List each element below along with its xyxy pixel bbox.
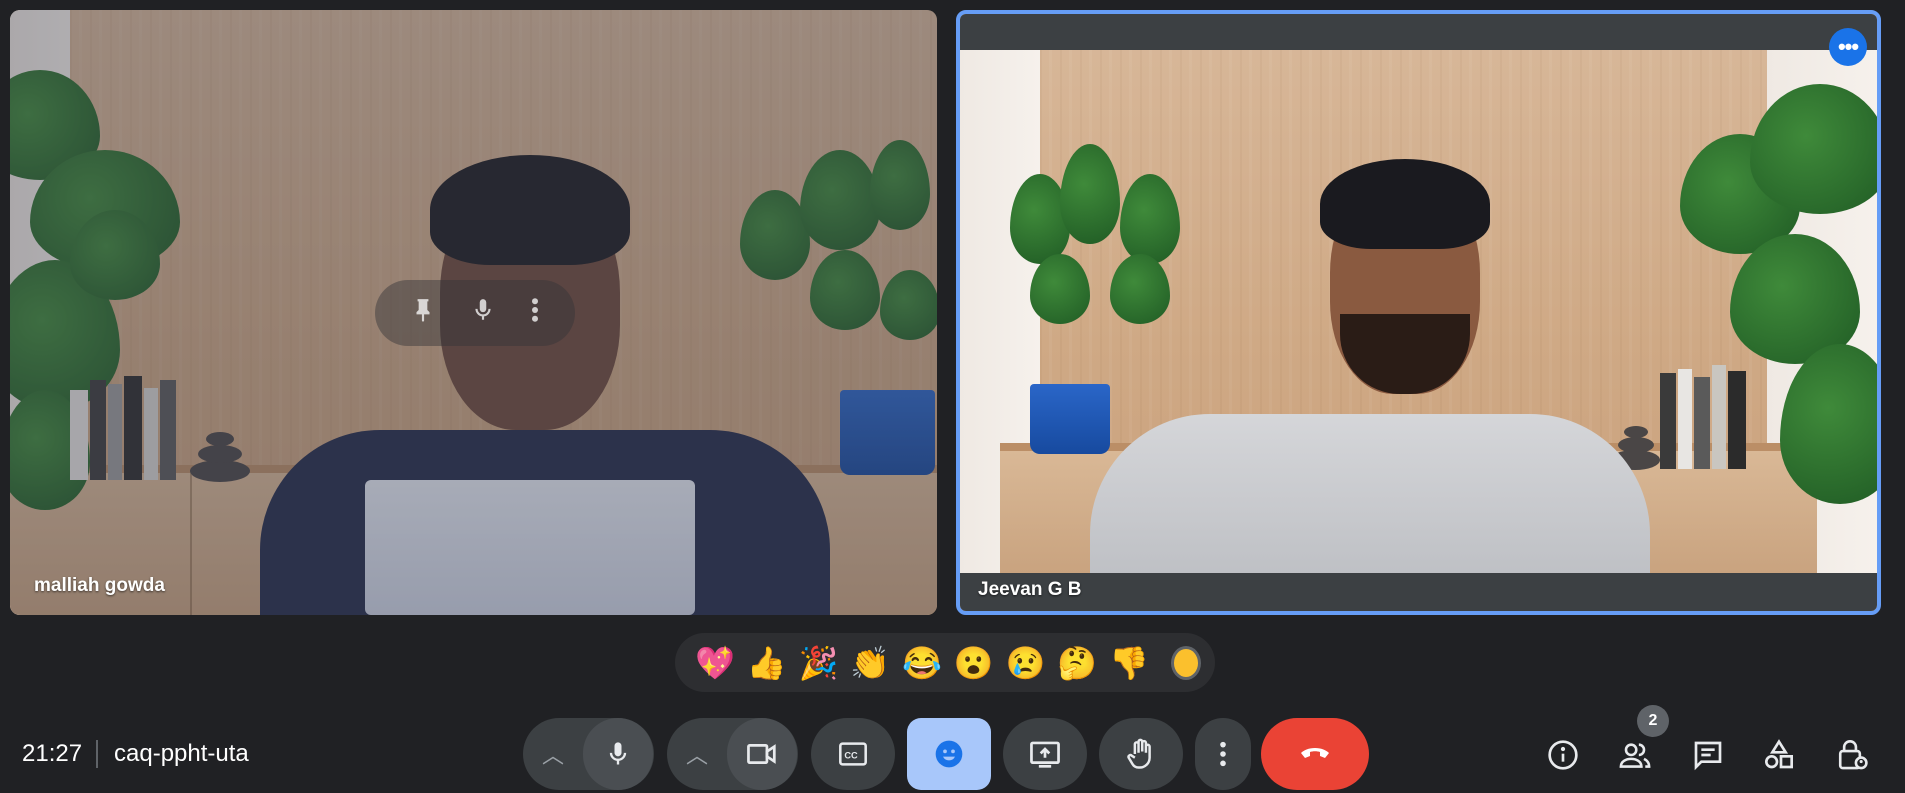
info-icon <box>1548 740 1578 770</box>
chat-button[interactable] <box>1683 730 1733 780</box>
mic-icon[interactable] <box>470 295 496 332</box>
participant-tile-malliah[interactable]: malliah gowda <box>10 10 937 615</box>
more-vert-icon <box>1220 741 1226 767</box>
activities-shapes-icon <box>1765 739 1793 769</box>
more-options-icon[interactable]: ••• <box>1829 28 1867 66</box>
meeting-details-button[interactable] <box>1538 730 1588 780</box>
raise-hand-button[interactable] <box>1099 718 1183 790</box>
reaction-thumbs-down[interactable]: 👎 <box>1103 639 1155 687</box>
smiley-icon <box>935 740 963 768</box>
audio-control-group: ︿ <box>523 718 654 790</box>
reaction-open-mouth[interactable]: 😮 <box>948 639 1000 687</box>
camera-button[interactable] <box>727 718 797 790</box>
camera-icon <box>747 744 776 764</box>
microphone-icon <box>609 742 627 765</box>
video-options-chevron-icon[interactable]: ︿ <box>667 738 727 770</box>
participant-name: Jeevan G B <box>978 579 1082 600</box>
people-button[interactable] <box>1610 730 1660 780</box>
lock-person-icon <box>1838 739 1868 770</box>
microphone-button[interactable] <box>583 718 653 790</box>
captions-button[interactable]: CC <box>811 718 895 790</box>
people-icon <box>1619 743 1651 768</box>
closed-captions-icon: CC <box>839 742 867 766</box>
reaction-thinking-face[interactable]: 🤔 <box>1051 639 1103 687</box>
tile-hover-controls <box>375 280 575 346</box>
video-control-group: ︿ <box>667 718 798 790</box>
audio-options-chevron-icon[interactable]: ︿ <box>523 738 583 770</box>
reaction-thumbs-up[interactable]: 👍 <box>741 639 793 687</box>
activities-button[interactable] <box>1754 730 1804 780</box>
participant-name: malliah gowda <box>34 575 165 596</box>
reaction-sparkling-heart[interactable]: 💖 <box>689 639 741 687</box>
host-controls-button[interactable] <box>1827 730 1877 780</box>
chat-icon <box>1694 741 1722 771</box>
divider <box>96 740 98 768</box>
send-reaction-button[interactable] <box>907 718 991 790</box>
meeting-clock: 21:27 <box>22 740 83 767</box>
meeting-code: caq-ppht-uta <box>114 740 249 767</box>
participant-tile-jeevan[interactable]: ••• Jeevan G B <box>956 10 1881 615</box>
more-options-button[interactable] <box>1195 718 1251 790</box>
reaction-party-popper[interactable]: 🎉 <box>793 639 845 687</box>
raise-hand-icon <box>1127 738 1151 769</box>
reaction-clapping-hands[interactable]: 👏 <box>844 639 896 687</box>
skin-tone-picker[interactable] <box>1170 645 1202 680</box>
reaction-tears-of-joy[interactable]: 😂 <box>896 639 948 687</box>
present-screen-icon <box>1030 741 1060 768</box>
pin-icon[interactable] <box>410 295 436 332</box>
present-screen-button[interactable] <box>1003 718 1087 790</box>
svg-text:CC: CC <box>844 751 858 761</box>
reaction-crying-face[interactable]: 😢 <box>1000 639 1052 687</box>
reactions-bar: 💖 👍 🎉 👏 😂 😮 😢 🤔 👎 <box>675 633 1215 692</box>
hang-up-icon <box>1301 748 1329 758</box>
video-feed-jeevan <box>960 14 1877 611</box>
leave-call-button[interactable] <box>1261 718 1369 790</box>
more-vert-icon[interactable] <box>530 295 540 332</box>
